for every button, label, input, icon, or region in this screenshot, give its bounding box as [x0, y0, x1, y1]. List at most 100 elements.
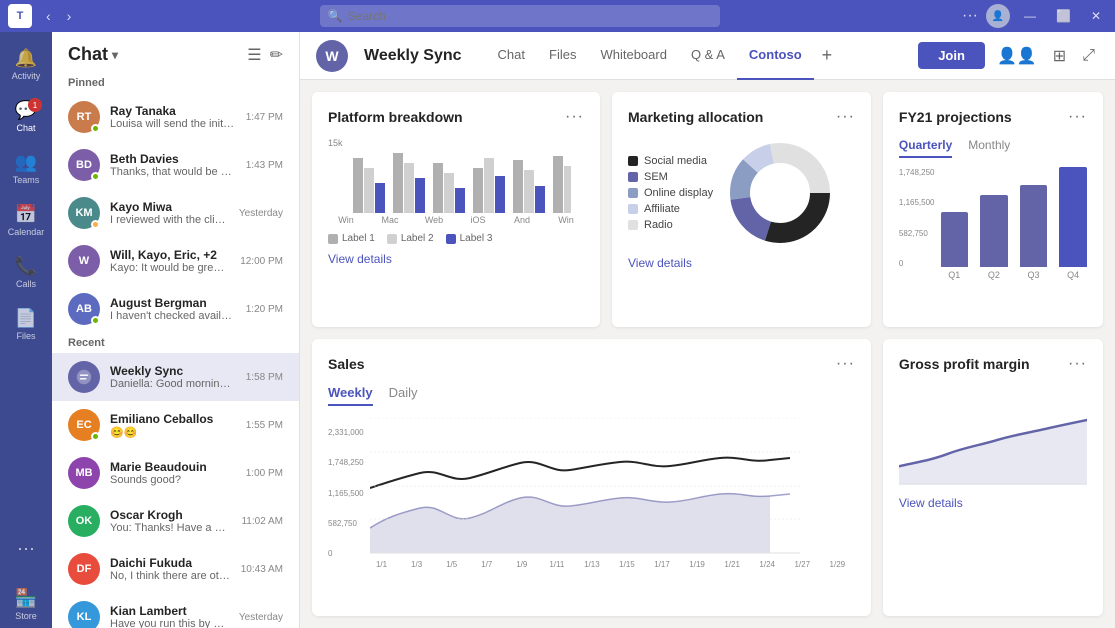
sidebar-item-teams[interactable]: 👥 Teams	[6, 144, 46, 192]
legend-label: Radio	[644, 219, 673, 231]
tab-qa[interactable]: Q & A	[679, 32, 737, 80]
channel-header: W Weekly Sync Chat Files Whiteboard Q & …	[300, 32, 1115, 80]
list-item[interactable]: OK Oscar Krogh You: Thanks! Have a nice …	[52, 497, 299, 545]
x-label: Q4	[1067, 270, 1079, 280]
sidebar-item-activity[interactable]: 🔔 Activity	[6, 40, 46, 88]
avatar: EC	[68, 409, 100, 441]
titlebar-right: ··· 👤 — ⬜ ✕	[962, 4, 1107, 28]
list-item[interactable]: EC Emiliano Ceballos 😊😊 1:55 PM	[52, 401, 299, 449]
sidebar-icons: 🔔 Activity 💬 Chat 1 👥 Teams 📅 Calendar 📞…	[0, 32, 52, 628]
close-button[interactable]: ✕	[1085, 7, 1107, 25]
nav-back-button[interactable]: ‹	[40, 4, 57, 28]
tab-contoso[interactable]: Contoso	[737, 32, 814, 80]
card-menu-icon[interactable]: ···	[836, 355, 855, 373]
card-header: Platform breakdown ···	[328, 108, 584, 126]
view-details-link[interactable]: View details	[328, 252, 584, 266]
view-details-link[interactable]: View details	[628, 256, 855, 270]
tab-quarterly[interactable]: Quarterly	[899, 138, 952, 158]
files-icon: 📄	[15, 308, 37, 329]
card-menu-icon[interactable]: ···	[1068, 355, 1087, 373]
legend-label: Label 1	[342, 233, 375, 244]
sidebar-item-files[interactable]: 📄 Files	[6, 300, 46, 348]
chat-name: August Bergman	[110, 296, 236, 310]
legend-label: Social media	[644, 155, 707, 167]
sales-line-chart	[370, 418, 800, 558]
legend-item: Online display	[628, 187, 713, 199]
view-details-link[interactable]: View details	[899, 496, 1087, 510]
chat-header-icons: ☰ ✏	[247, 45, 283, 65]
sidebar-item-chat[interactable]: 💬 Chat 1	[6, 92, 46, 140]
tab-whiteboard[interactable]: Whiteboard	[588, 32, 678, 80]
sidebar-item-store[interactable]: 🏪 Store	[6, 580, 46, 628]
gross-profit-chart	[899, 385, 1087, 485]
titlebar-nav: ‹ ›	[40, 4, 77, 28]
list-item[interactable]: MB Marie Beaudouin Sounds good? 1:00 PM	[52, 449, 299, 497]
sidebar-item-calls[interactable]: 📞 Calls	[6, 248, 46, 296]
legend-item: Label 1	[328, 233, 375, 244]
minimize-button[interactable]: —	[1018, 7, 1042, 25]
legend-item: Affiliate	[628, 203, 713, 215]
list-item[interactable]: RT Ray Tanaka Louisa will send the initi…	[52, 93, 299, 141]
card-menu-icon[interactable]: ···	[565, 108, 584, 126]
chat-name: Daichi Fukuda	[110, 556, 231, 570]
channel-tabs: Chat Files Whiteboard Q & A Contoso +	[486, 32, 841, 80]
filter-icon[interactable]: ☰	[247, 45, 261, 65]
bar-group-q4: Q4	[1059, 167, 1087, 280]
chat-list-header: Chat ▾ ☰ ✏	[52, 32, 299, 73]
bar-q2	[980, 195, 1008, 267]
maximize-button[interactable]: ⬜	[1050, 7, 1077, 25]
list-item[interactable]: BD Beth Davies Thanks, that would be nic…	[52, 141, 299, 189]
list-item[interactable]: KL Kian Lambert Have you run this by Bet…	[52, 593, 299, 628]
new-chat-icon[interactable]: ✏	[270, 45, 283, 65]
chat-info: Ray Tanaka Louisa will send the initial …	[110, 104, 236, 130]
list-item[interactable]: W Will, Kayo, Eric, +2 Kayo: It would be…	[52, 237, 299, 285]
tab-daily[interactable]: Daily	[389, 385, 418, 406]
chat-list: Chat ▾ ☰ ✏ Pinned RT Ray Tanaka Louisa w…	[52, 32, 300, 628]
sidebar-item-more[interactable]: ···	[6, 528, 46, 576]
chat-preview: Daniella: Good morning! Here's t...	[110, 378, 236, 390]
legend-label: Affiliate	[644, 203, 680, 215]
bar-group-q3: Q3	[1020, 185, 1048, 280]
sidebar-label-store: Store	[15, 611, 37, 621]
list-item[interactable]: KM Kayo Miwa I reviewed with the client …	[52, 189, 299, 237]
expand-icon[interactable]: ⊞	[1049, 42, 1070, 70]
more-icon: ···	[17, 538, 35, 559]
chat-name: Kayo Miwa	[110, 200, 229, 214]
store-icon: 🏪	[15, 588, 37, 609]
chat-preview: I haven't checked available times...	[110, 310, 236, 322]
participants-icon[interactable]: 👤👤	[993, 42, 1041, 70]
list-item[interactable]: DF Daichi Fukuda No, I think there are o…	[52, 545, 299, 593]
search-input[interactable]	[320, 5, 720, 27]
platform-chart	[351, 138, 571, 213]
join-button[interactable]: Join	[918, 42, 985, 69]
add-tab-button[interactable]: +	[814, 32, 841, 80]
fullscreen-icon[interactable]: ⤢	[1078, 43, 1099, 69]
list-item[interactable]: AB August Bergman I haven't checked avai…	[52, 285, 299, 333]
user-avatar[interactable]: 👤	[986, 4, 1010, 28]
x-label: 1/27	[785, 560, 820, 569]
nav-forward-button[interactable]: ›	[61, 4, 78, 28]
chat-time: 1:20 PM	[246, 304, 283, 315]
chat-info: Will, Kayo, Eric, +2 Kayo: It would be g…	[110, 248, 230, 274]
bar-group-q1: Q1	[941, 212, 969, 280]
sidebar-item-calendar[interactable]: 📅 Calendar	[6, 196, 46, 244]
tab-weekly[interactable]: Weekly	[328, 385, 373, 406]
chat-title[interactable]: Chat ▾	[68, 44, 118, 65]
tab-files[interactable]: Files	[537, 32, 588, 80]
chat-info: Beth Davies Thanks, that would be nice.	[110, 152, 236, 178]
tab-monthly[interactable]: Monthly	[968, 138, 1010, 158]
tab-chat[interactable]: Chat	[486, 32, 537, 80]
card-menu-icon[interactable]: ···	[836, 108, 855, 126]
card-menu-icon[interactable]: ···	[1068, 108, 1087, 126]
chat-preview: 😊😊	[110, 426, 236, 439]
more-options-button[interactable]: ···	[962, 7, 978, 25]
chat-name: Weekly Sync	[110, 364, 236, 378]
channel-name: Weekly Sync	[364, 47, 462, 65]
avatar: MB	[68, 457, 100, 489]
bar-group-q2: Q2	[980, 195, 1008, 280]
list-item[interactable]: Weekly Sync Daniella: Good morning! Here…	[52, 353, 299, 401]
sidebar-label-files: Files	[16, 331, 35, 341]
x-label: iOS	[460, 215, 496, 225]
x-label: And	[504, 215, 540, 225]
pinned-section-label: Pinned	[52, 73, 299, 93]
